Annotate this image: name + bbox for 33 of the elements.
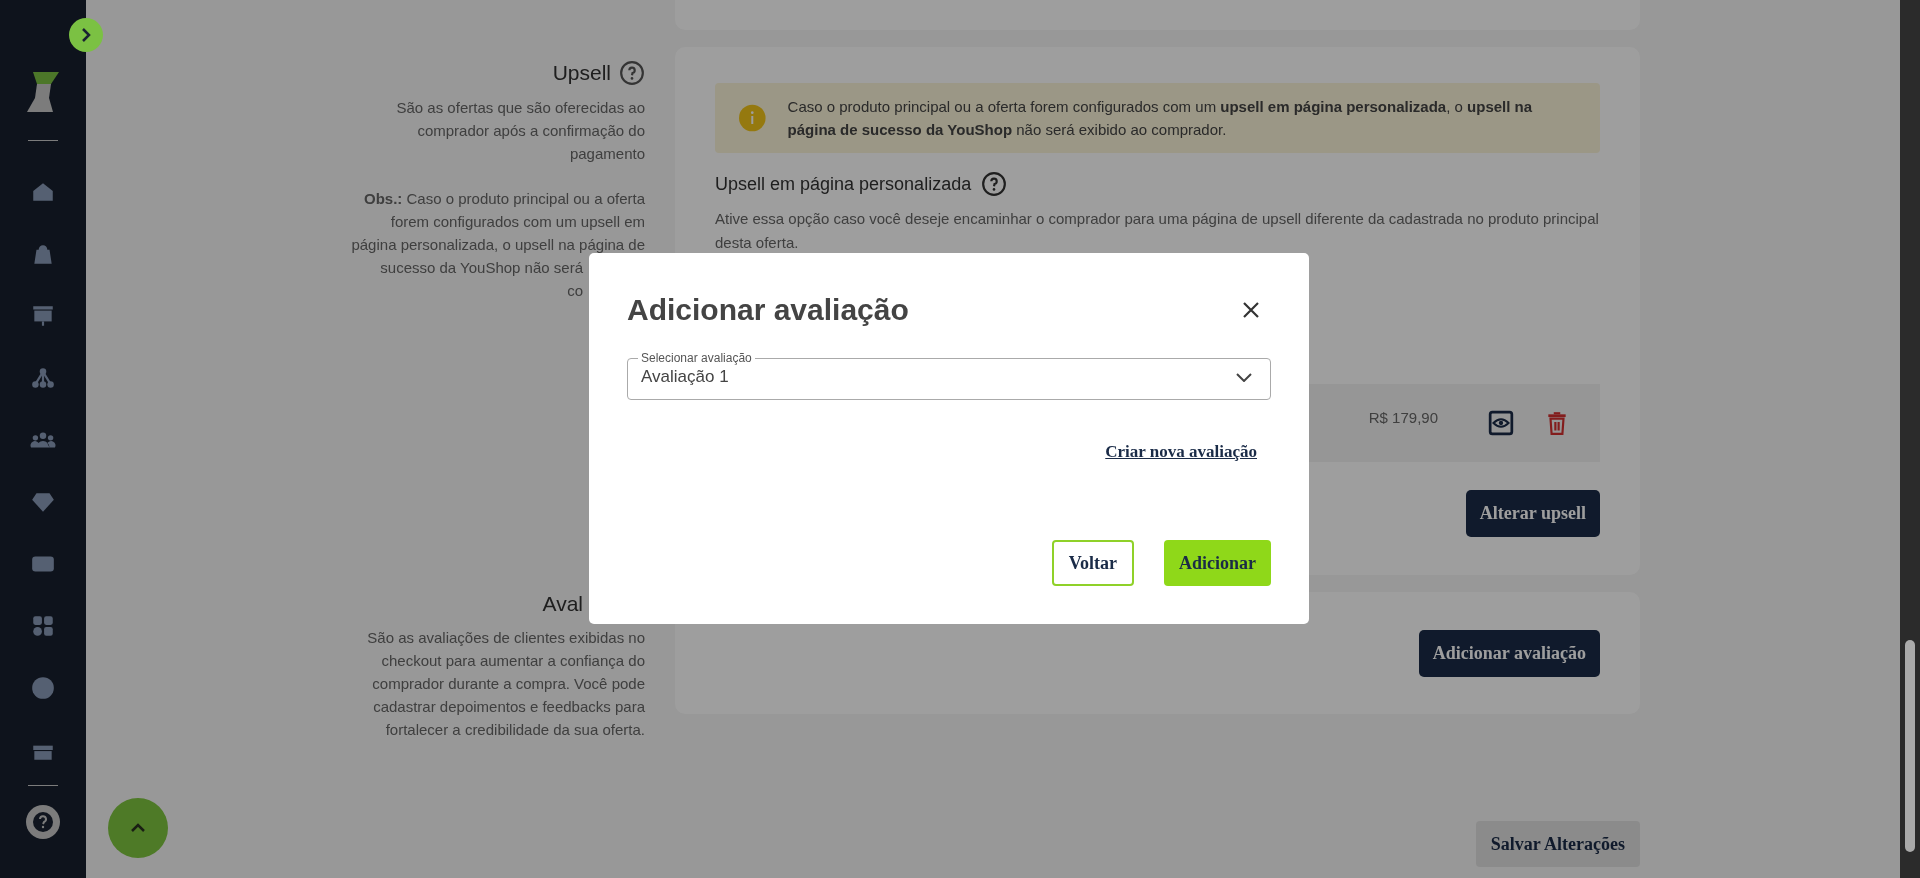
expand-sidebar-button[interactable] bbox=[69, 18, 103, 52]
help-icon[interactable] bbox=[25, 804, 61, 840]
add-review-button[interactable]: Adicionar avaliação bbox=[1418, 629, 1600, 677]
help-icon[interactable] bbox=[619, 60, 645, 86]
section-title: Upsell bbox=[552, 61, 611, 85]
product-price: R$ 179,90 bbox=[1368, 408, 1438, 426]
note-text: co bbox=[566, 281, 584, 301]
section-description: São as ofertas que são oferecidas ao comprador após a confirmação do pagamento bbox=[395, 98, 645, 164]
note-text: sucesso da YouShop não será bbox=[379, 258, 584, 278]
note-text: página personalizada, o upsell na página de bbox=[350, 235, 645, 255]
apps-grid-icon[interactable] bbox=[30, 613, 56, 639]
note-text: Obs.: Caso o produto principal ou a oferta bbox=[363, 189, 645, 209]
section-description: São as avaliações de clientes exibidas no checkout para aumentar a confiança do comprador durante a compra. Você pode cadastrar depoimentos e feedbacks para fortalecer a credibilidade da sua oferta. bbox=[366, 628, 645, 740]
select-value: Avaliação 1 bbox=[641, 367, 729, 387]
help-icon[interactable] bbox=[981, 171, 1008, 197]
review-select[interactable]: Selecionar avaliação Avaliação 1 bbox=[627, 351, 1271, 400]
presentation-board-icon[interactable] bbox=[30, 303, 56, 329]
create-review-link[interactable]: Criar nova avaliação bbox=[1105, 442, 1257, 462]
add-button[interactable]: Adicionar bbox=[1164, 540, 1271, 586]
note-text: forem configurados com um upsell em bbox=[389, 212, 645, 232]
chevron-down-icon bbox=[1236, 372, 1252, 382]
change-upsell-button[interactable]: Alterar upsell bbox=[1465, 490, 1600, 537]
network-icon[interactable] bbox=[30, 365, 56, 391]
section-title: Aval bbox=[542, 592, 583, 616]
scrollbar[interactable] bbox=[1900, 0, 1920, 878]
scroll-to-top-button[interactable] bbox=[108, 798, 168, 858]
option-description: Ative essa opção caso você deseje encaminhar o comprador para uma página de upsell diferente da cadastrada no produto principal desta oferta. bbox=[715, 209, 1600, 253]
modal-title: Adicionar avaliação bbox=[627, 293, 909, 327]
option-title: Upsell em página personalizada bbox=[715, 173, 972, 195]
back-button[interactable]: Voltar bbox=[1051, 540, 1134, 586]
select-label: Selecionar avaliação bbox=[640, 351, 753, 365]
eye-icon[interactable] bbox=[1488, 410, 1514, 436]
warning-text: Caso o produto principal ou a oferta forem configurados com um upsell em página personalizada, o upsell na página de sucesso da YouShop não será exibido ao comprador. bbox=[787, 97, 1534, 140]
